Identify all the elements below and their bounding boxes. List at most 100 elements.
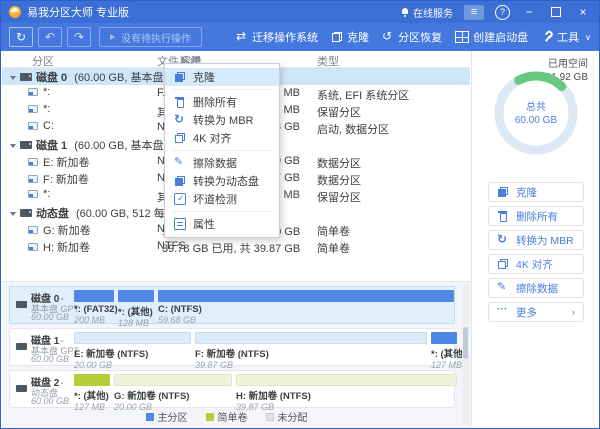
menu-item-label: 擦除数据 — [193, 155, 237, 171]
menu-item-surface-test[interactable]: 坏道检测 — [165, 190, 279, 208]
partition-label: *: (其他) — [431, 346, 457, 360]
partition-size: 39.87 GB — [195, 360, 427, 370]
menu-item-label: 坏道检测 — [193, 191, 237, 207]
disk-map-size: 60.00 GB — [31, 354, 69, 364]
menu-item-label: 4K 对齐 — [193, 130, 232, 146]
sidebar-delete-all-button[interactable]: 删除所有 — [488, 206, 584, 226]
partition-recovery-label: 分区恢复 — [398, 29, 442, 45]
partition-bar[interactable] — [431, 332, 457, 344]
tools-icon — [541, 31, 553, 43]
redo-icon[interactable]: ↷ — [67, 27, 91, 47]
type-cell: 启动, 数据分区 — [317, 121, 389, 137]
primary-partition-swatch-icon — [146, 413, 154, 421]
partition-bar[interactable] — [236, 374, 457, 386]
delete-all-icon — [174, 96, 186, 108]
disk-map-card-2[interactable]: 磁盘 2 动态盘 60.00 GB *: (其他) 127 MB G: 新加卷 … — [9, 370, 455, 408]
window-title: 易我分区大师 专业版 — [27, 4, 129, 20]
create-bootable-label: 创建启动盘 — [473, 29, 528, 45]
disk-map-partition[interactable]: G: 新加卷 (NTFS) 20.00 GB — [114, 374, 232, 412]
maximize-icon[interactable] — [548, 7, 564, 17]
toolbar-actions: 迁移操作系统 克隆 分区恢复 创建启动盘 工具 ∨ — [236, 29, 591, 45]
disk-map-partition[interactable]: C: (NTFS) 59.68 GB — [158, 290, 454, 325]
menu-item-properties[interactable]: 属性 — [165, 215, 279, 233]
disk-icon — [20, 141, 32, 149]
partition-recovery-button[interactable]: 分区恢复 — [382, 29, 442, 45]
type-cell: 数据分区 — [317, 155, 361, 171]
sidebar-more-button[interactable]: 更多 › — [488, 302, 584, 322]
table-row[interactable]: H: 新加卷 NTFS 39.78 GB 已用, 共 39.87 GB 简单卷 — [2, 238, 470, 255]
type-cell: 数据分区 — [317, 172, 361, 188]
menu-item-convert-mbr[interactable]: 转换为 MBR — [165, 111, 279, 129]
undo-icon[interactable]: ↶ — [38, 27, 62, 47]
scrollbar-thumb[interactable] — [463, 327, 468, 359]
type-cell: 简单卷 — [317, 223, 350, 239]
partition-bar[interactable] — [158, 290, 454, 302]
refresh-icon[interactable]: ↻ — [9, 27, 33, 47]
4k-align-icon — [497, 258, 509, 270]
disk-map-card-1[interactable]: 磁盘 1 基本盘 GPT 60.00 GB E: 新加卷 (NTFS) 20.0… — [9, 328, 455, 366]
menu-item-4k-align[interactable]: 4K 对齐 — [165, 129, 279, 147]
partition-bar[interactable] — [114, 374, 232, 386]
partition-bar[interactable] — [74, 374, 110, 386]
unallocated-swatch-icon — [266, 413, 274, 421]
clone-icon — [174, 71, 186, 83]
partition-name-cell: *: — [43, 188, 50, 200]
collapse-caret-icon[interactable] — [10, 76, 16, 83]
clone-icon — [497, 186, 509, 198]
partition-name-cell: *: — [43, 86, 50, 98]
convert-mbr-icon — [497, 234, 509, 246]
disk-map-size: 60.00 GB — [31, 396, 69, 406]
menu-separator — [171, 150, 273, 151]
help-icon[interactable]: ? — [495, 5, 510, 20]
partition-bar[interactable] — [195, 332, 427, 344]
online-service-button[interactable]: 在线服务 — [401, 5, 453, 20]
partition-bar[interactable] — [74, 332, 191, 344]
right-sidebar: 已用空间 11.92 GB 总共 60.00 GB 克隆 删除所有 转换为 MB… — [471, 51, 600, 427]
sidebar-wipe-data-button[interactable]: 擦除数据 — [488, 278, 584, 298]
menu-separator — [171, 211, 273, 212]
collapse-caret-icon[interactable] — [10, 212, 16, 219]
pending-operations-button[interactable]: 没有待执行操作 — [99, 27, 202, 47]
chevron-down-icon: ∨ — [585, 33, 591, 42]
menu-item-delete-all[interactable]: 删除所有 — [165, 93, 279, 111]
partition-label: H: 新加卷 (NTFS) — [236, 388, 457, 402]
menu-item-label: 克隆 — [193, 69, 215, 85]
clone-icon — [331, 31, 343, 43]
menu-item-wipe-data[interactable]: 擦除数据 — [165, 154, 279, 172]
partition-bar[interactable] — [118, 290, 154, 302]
disk-map-partition[interactable]: *: (其他) 127 MB — [431, 332, 457, 370]
tools-button[interactable]: 工具 ∨ — [541, 29, 591, 45]
migrate-os-button[interactable]: 迁移操作系统 — [236, 29, 318, 45]
disk-map-partition[interactable]: *: (其他) 127 MB — [74, 374, 110, 412]
partition-size: 20.00 GB — [74, 360, 191, 370]
minimize-icon[interactable]: − — [521, 6, 537, 18]
donut-center-label: 总共 60.00 GB — [472, 101, 600, 127]
sidebar-clone-button[interactable]: 克隆 — [488, 182, 584, 202]
capacity-cell: 39.78 GB 已用, 共 39.87 GB — [162, 240, 300, 256]
disk-map-partition[interactable]: E: 新加卷 (NTFS) 20.00 GB — [74, 332, 191, 370]
sidebar-button-label: 克隆 — [516, 185, 537, 200]
disk-map-partition[interactable]: F: 新加卷 (NTFS) 39.87 GB — [195, 332, 427, 370]
sidebar-convert-mbr-button[interactable]: 转换为 MBR — [488, 230, 584, 250]
partition-name-cell: E: 新加卷 — [43, 154, 89, 170]
close-icon[interactable]: × — [575, 6, 591, 18]
clone-button[interactable]: 克隆 — [331, 29, 369, 45]
hamburger-menu-icon[interactable]: ≡ — [464, 5, 484, 20]
pending-operations-label: 没有待执行操作 — [121, 30, 191, 45]
collapse-caret-icon[interactable] — [10, 144, 16, 151]
sidebar-4k-align-button[interactable]: 4K 对齐 — [488, 254, 584, 274]
disk-map-partition[interactable]: *: (其他) 128 MB — [118, 290, 154, 328]
disk-map-scrollbar[interactable] — [462, 285, 469, 424]
create-bootable-button[interactable]: 创建启动盘 — [455, 29, 528, 45]
legend-unallocated: 未分配 — [266, 409, 308, 424]
disk-map-card-0[interactable]: 磁盘 0 基本盘 GPT 60.00 GB *: (FAT32) 200 MB … — [9, 286, 455, 324]
menu-item-clone[interactable]: 克隆 — [165, 68, 279, 86]
disk-map-partition[interactable]: *: (FAT32) 200 MB — [74, 290, 114, 325]
partition-recovery-icon — [382, 31, 394, 43]
disk-map-partition[interactable]: H: 新加卷 (NTFS) 39.87 GB — [236, 374, 457, 412]
partition-name-cell: C: — [43, 120, 54, 132]
partition-icon — [28, 122, 38, 130]
menu-item-convert-dynamic[interactable]: 转换为动态盘 — [165, 172, 279, 190]
convert-dynamic-icon — [174, 175, 186, 187]
partition-bar[interactable] — [74, 290, 114, 302]
